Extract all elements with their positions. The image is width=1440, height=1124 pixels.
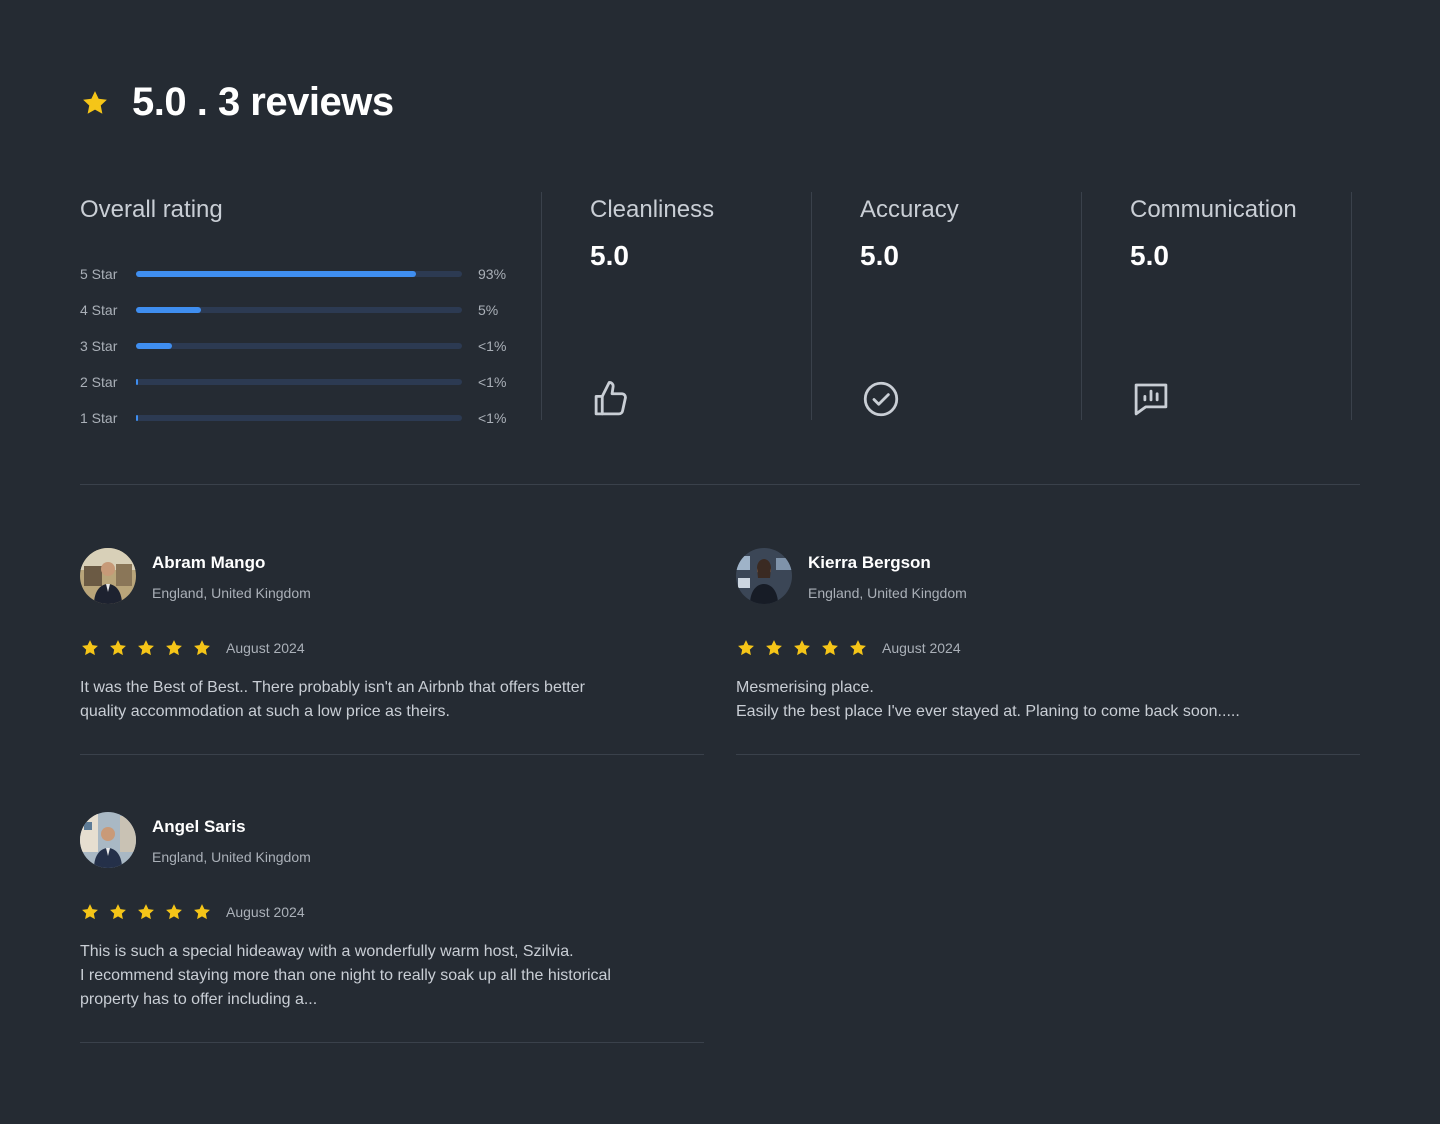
section-divider: [80, 484, 1360, 485]
star-rating: [736, 638, 868, 658]
rating-bars: 5 Star 93% 4 Star 5% 3 Star <1% 2 Star <1% 1 Sta…: [80, 256, 520, 436]
metric-cleanliness: Cleanliness 5.0: [542, 192, 812, 420]
metric-title: Cleanliness: [590, 196, 715, 223]
thumbs-up-icon: [594, 380, 627, 416]
star-rating: [80, 638, 212, 658]
message-chart-icon: [1134, 383, 1168, 416]
review-text-line: Mesmerising place.: [736, 679, 874, 696]
review-text: It was the Best of Best.. There probably…: [80, 676, 620, 754]
rating-bar-label: 4 Star: [80, 302, 118, 318]
star-icon: [138, 640, 154, 656]
metric-communication: Communication 5.0: [1082, 192, 1352, 420]
rating-bar-percent: <1%: [478, 410, 507, 426]
review-text: Mesmerising place. Easily the best place…: [736, 676, 1276, 754]
review-text-line: It was the Best of Best.. There probably…: [80, 679, 585, 720]
review-rating: August 2024: [80, 900, 704, 924]
avatar: [736, 548, 792, 604]
rating-bar-row: 3 Star <1%: [80, 328, 520, 364]
rating-bar-track: [136, 307, 462, 313]
review-date: August 2024: [226, 904, 305, 920]
star-icon: [766, 640, 782, 656]
rating-bar-label: 5 Star: [80, 266, 118, 282]
review-text: This is such a special hideaway with a w…: [80, 940, 620, 1042]
reviewer-name: Angel Saris: [152, 817, 246, 836]
rating-bar-track: [136, 271, 462, 277]
star-icon: [82, 640, 98, 656]
reviewer-location: England, United Kingdom: [152, 585, 311, 601]
overall-rating: Overall rating 5 Star 93% 4 Star 5% 3 Star <1…: [80, 192, 542, 426]
metric-value: 5.0: [1130, 240, 1169, 271]
rating-bar-fill: [136, 379, 138, 385]
star-icon: [194, 904, 210, 920]
star-icon: [82, 904, 98, 920]
overall-rating-title: Overall rating: [80, 196, 223, 223]
rating-bar-fill: [136, 271, 417, 277]
rating-bar-percent: 93%: [478, 266, 507, 282]
reviewer-name: Kierra Bergson: [808, 553, 931, 572]
rating-bar-track: [136, 343, 462, 349]
review-text-line: This is such a special hideaway with a w…: [80, 943, 574, 960]
star-icon: [850, 640, 866, 656]
review-text-line: I recommend staying more than one night …: [80, 967, 611, 1008]
rating-summary: Overall rating 5 Star 93% 4 Star 5% 3 Star <1…: [80, 192, 1360, 426]
review-date: August 2024: [882, 640, 961, 656]
review-header: Abram Mango England, United Kingdom: [80, 548, 704, 604]
reviews-page: 5.0 . 3 reviews Overall rating 5 Star 93%…: [0, 0, 1440, 1124]
rating-bar-fill: [136, 307, 202, 313]
rating-bar-row: 4 Star 5%: [80, 292, 520, 328]
star-icon: [166, 640, 182, 656]
star-icon: [110, 640, 126, 656]
rating-bar-percent: 5%: [478, 302, 499, 318]
reviewer-name: Abram Mango: [152, 553, 266, 572]
star-rating: [80, 902, 212, 922]
reviews-title: 5.0 . 3 reviews: [132, 80, 394, 124]
review-card: Kierra Bergson England, United Kingdom A…: [736, 548, 1360, 755]
metric-title: Accuracy: [860, 196, 959, 223]
metric-title: Communication: [1130, 196, 1297, 223]
star-icon: [138, 904, 154, 920]
rating-bar-percent: <1%: [478, 374, 507, 390]
rating-bar-track: [136, 415, 462, 421]
review-card: Angel Saris England, United Kingdom Augu…: [80, 812, 704, 1043]
star-icon: [83, 90, 107, 114]
rating-bar-track: [136, 379, 462, 385]
review-rating: August 2024: [736, 636, 1360, 660]
rating-bar-row: 1 Star <1%: [80, 400, 520, 436]
star-icon: [166, 904, 182, 920]
review-date: August 2024: [226, 640, 305, 656]
rating-bar-label: 2 Star: [80, 374, 118, 390]
rating-bar-fill: [136, 343, 172, 349]
review-rating: August 2024: [80, 636, 704, 660]
metric-accuracy: Accuracy 5.0: [812, 192, 1082, 420]
avatar: [80, 812, 136, 868]
review-header: Angel Saris England, United Kingdom: [80, 812, 704, 868]
rating-bar-row: 5 Star 93%: [80, 256, 520, 292]
review-header: Kierra Bergson England, United Kingdom: [736, 548, 1360, 604]
rating-bar-row: 2 Star <1%: [80, 364, 520, 400]
reviews-header: 5.0 . 3 reviews: [80, 80, 394, 125]
reviewer-location: England, United Kingdom: [808, 585, 967, 601]
avatar: [80, 548, 136, 604]
rating-bar-fill: [136, 415, 138, 421]
rating-bar-percent: <1%: [478, 338, 507, 354]
metric-value: 5.0: [860, 240, 899, 271]
metric-value: 5.0: [590, 240, 629, 271]
rating-bar-label: 1 Star: [80, 410, 118, 426]
star-icon: [110, 904, 126, 920]
reviewer-location: England, United Kingdom: [152, 849, 311, 865]
star-icon: [738, 640, 754, 656]
review-text-line: Easily the best place I've ever stayed a…: [736, 703, 1240, 720]
check-circle-icon: [863, 381, 899, 417]
star-icon: [194, 640, 210, 656]
rating-bar-label: 3 Star: [80, 338, 118, 354]
star-icon: [794, 640, 810, 656]
star-icon: [822, 640, 838, 656]
review-card: Abram Mango England, United Kingdom Augu…: [80, 548, 704, 755]
